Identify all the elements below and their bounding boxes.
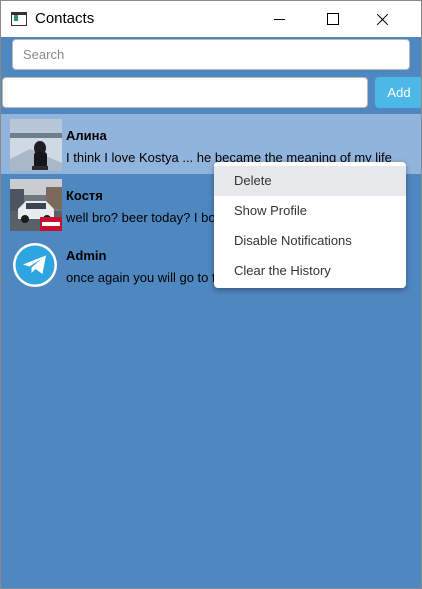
close-button[interactable]: [359, 1, 405, 37]
add-button[interactable]: Add: [375, 77, 421, 108]
contact-name: Admin: [66, 248, 107, 263]
contact-name: Костя: [66, 188, 103, 203]
menu-item-clear-history[interactable]: Clear the History: [214, 256, 406, 286]
window-title: Contacts: [35, 10, 95, 27]
context-menu: Delete Show Profile Disable Notification…: [214, 162, 406, 288]
app-window-icon: [11, 12, 27, 26]
menu-item-disable-notifications[interactable]: Disable Notifications: [214, 226, 406, 256]
contacts-window: Contacts Add Алина I think I love Kostya…: [0, 0, 422, 589]
maximize-button[interactable]: [309, 1, 355, 37]
menu-item-show-profile[interactable]: Show Profile: [214, 196, 406, 226]
menu-item-delete[interactable]: Delete: [214, 166, 406, 196]
minimize-button[interactable]: [257, 1, 303, 37]
contact-avatar-photo: [10, 119, 62, 171]
telegram-icon: [10, 239, 62, 291]
title-bar: Contacts: [1, 1, 421, 37]
add-contact-input[interactable]: [2, 77, 368, 108]
search-input[interactable]: [12, 39, 410, 70]
contact-avatar-photo: [10, 179, 62, 231]
contact-name: Алина: [66, 128, 107, 143]
